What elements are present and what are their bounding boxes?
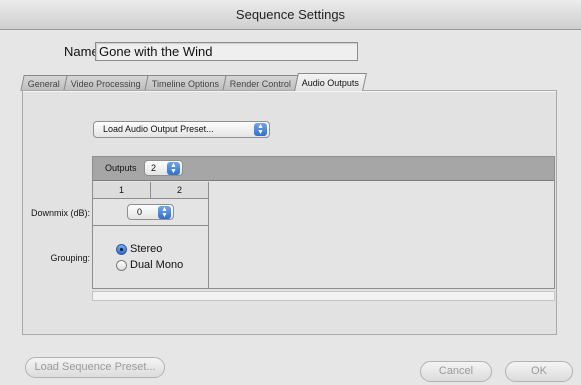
ok-button[interactable]: OK xyxy=(505,361,573,382)
grouping-stereo-option[interactable]: Stereo xyxy=(116,243,162,255)
sequence-name-input[interactable]: Gone with the Wind xyxy=(95,42,358,61)
grouping-dual-mono-option[interactable]: Dual Mono xyxy=(116,259,183,271)
downmix-value: 0 xyxy=(137,207,143,217)
window-title: Sequence Settings xyxy=(235,7,346,22)
tab-general[interactable]: General xyxy=(20,75,68,91)
routing-scrollbar[interactable] xyxy=(92,291,555,301)
outputs-count-popup[interactable]: 2 ▲ ▼ xyxy=(144,160,183,176)
load-sequence-preset-button[interactable]: Load Sequence Preset... xyxy=(25,357,165,378)
channel-header-1: 1 xyxy=(93,182,151,199)
tab-audio-outputs[interactable]: Audio Outputs xyxy=(294,73,368,91)
up-down-arrows-icon: ▲ ▼ xyxy=(158,206,171,219)
channel-header-2: 2 xyxy=(151,182,209,199)
grouping-label: Grouping: xyxy=(50,253,90,263)
audio-output-preset-popup[interactable]: Load Audio Output Preset... ▲ ▼ xyxy=(93,121,270,138)
settings-tabs: General Video Processing Timeline Option… xyxy=(20,73,368,91)
window-titlebar: Sequence Settings xyxy=(0,0,581,30)
routing-header: Outputs 2 ▲ ▼ xyxy=(93,157,554,181)
radio-selected-icon xyxy=(116,243,127,255)
up-down-arrows-icon: ▲ ▼ xyxy=(167,162,180,175)
tab-render-control[interactable]: Render Control xyxy=(222,75,299,91)
dual-mono-label: Dual Mono xyxy=(130,259,184,271)
cancel-button[interactable]: Cancel xyxy=(420,361,492,382)
downmix-row: 0 ▲ ▼ xyxy=(93,199,209,226)
stereo-label: Stereo xyxy=(130,243,163,255)
preset-popup-label: Load Audio Output Preset... xyxy=(103,124,214,134)
downmix-label: Downmix (dB): xyxy=(30,208,90,218)
tab-video-processing[interactable]: Video Processing xyxy=(63,75,149,91)
up-down-arrows-icon: ▲ ▼ xyxy=(254,123,267,136)
tab-timeline-options[interactable]: Timeline Options xyxy=(144,75,227,91)
outputs-count-value: 2 xyxy=(151,163,157,173)
radio-unselected-icon xyxy=(116,259,127,271)
downmix-popup[interactable]: 0 ▲ ▼ xyxy=(127,204,174,220)
outputs-label: Outputs xyxy=(105,163,137,173)
